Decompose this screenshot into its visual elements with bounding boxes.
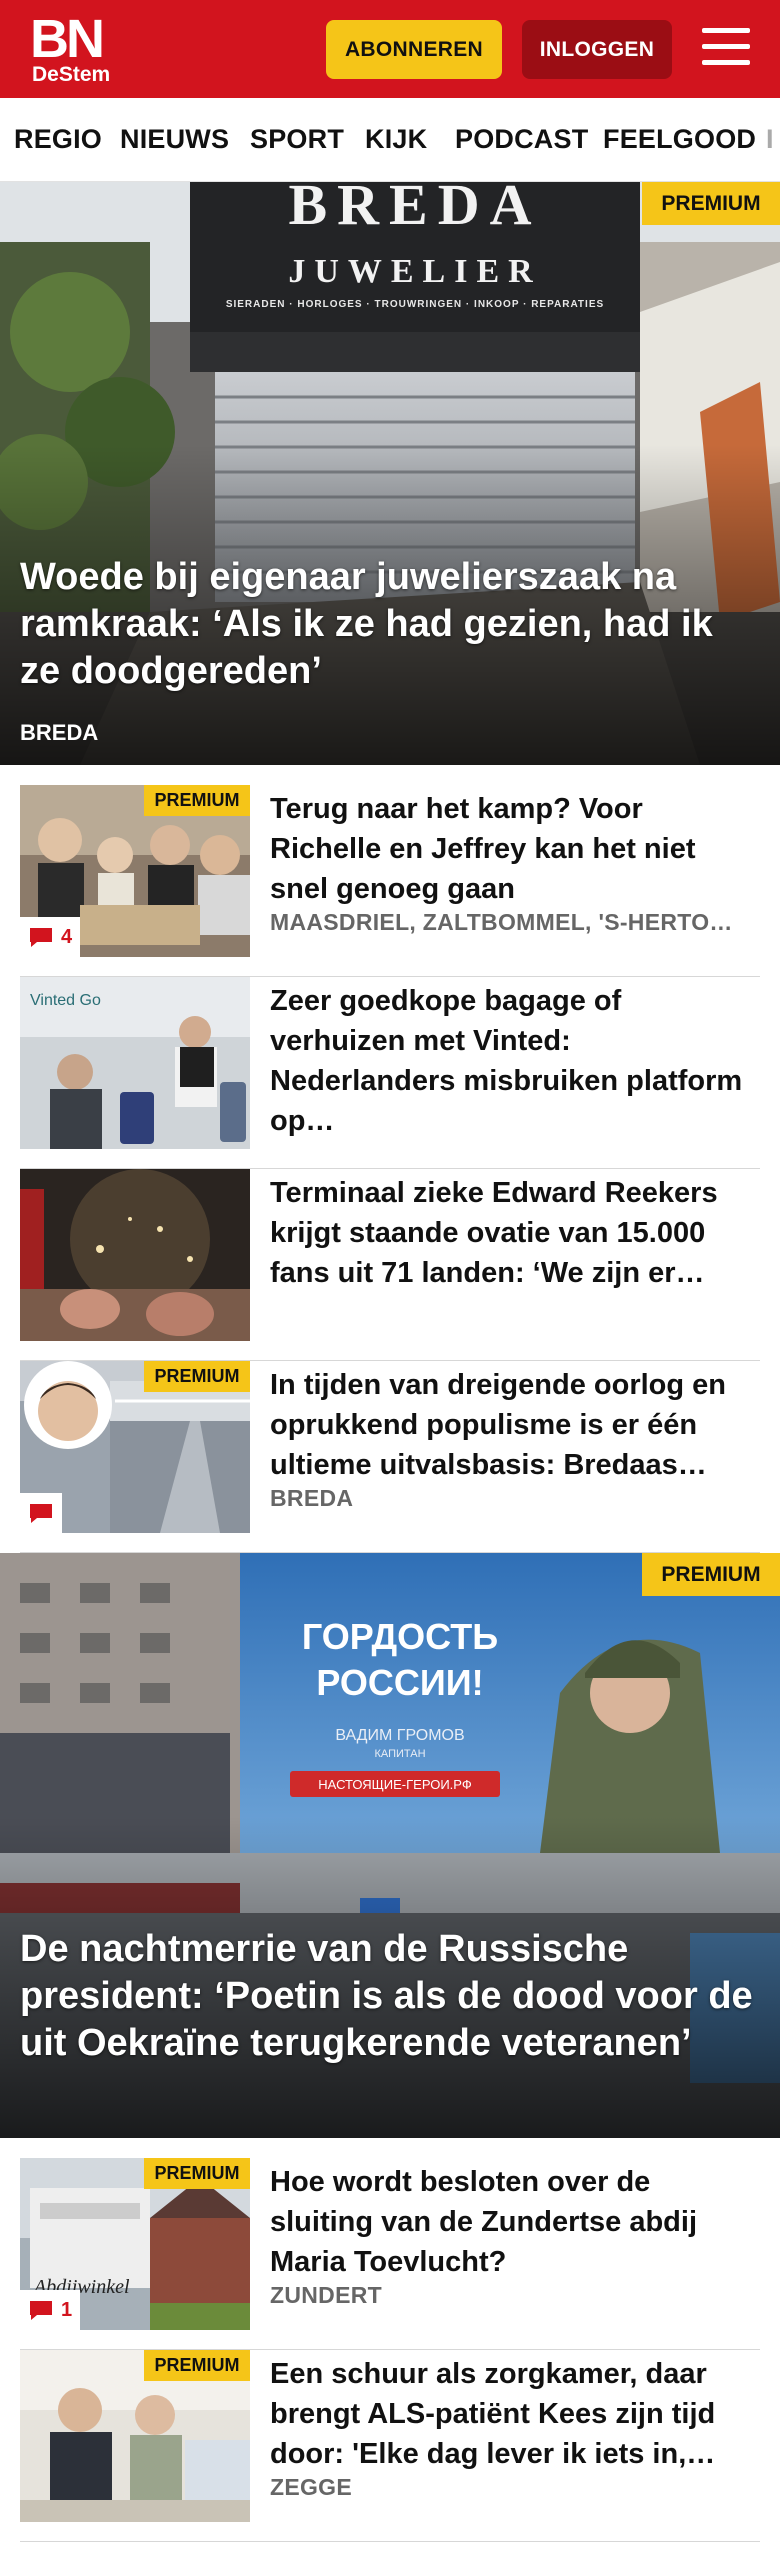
comment-count[interactable]: 4 xyxy=(20,917,81,957)
nav-item-overflow[interactable]: I xyxy=(766,124,774,155)
list-item[interactable]: Abdijwinkel PREMIUM 1 Hoe wordt besloten… xyxy=(20,2158,760,2350)
article-headline[interactable]: Terug naar het kamp? Voor Richelle en Je… xyxy=(270,789,750,909)
hero-location: BREDA xyxy=(20,720,99,745)
section-nav: REGIO NIEUWS SPORT KIJK PODCAST FEELGOOD… xyxy=(0,98,780,182)
menu-icon[interactable] xyxy=(700,24,754,72)
article-headline[interactable]: Hoe wordt besloten over de sluiting van … xyxy=(270,2162,750,2282)
billboard-text-line1: ГОРДОСТЬ xyxy=(302,1616,498,1657)
premium-badge: PREMIUM xyxy=(144,1361,250,1392)
article-thumbnail: Vinted Go xyxy=(20,977,250,1149)
list-item[interactable]: PREMIUM Een schuur als zorgkamer, daar b… xyxy=(20,2350,760,2542)
article-headline[interactable]: Zeer goedkope bagage of verhuizen met Vi… xyxy=(270,981,750,1141)
article-headline[interactable]: In tijden van dreigende oorlog en oprukk… xyxy=(270,1365,750,1485)
billboard-text-line2: РОССИИ! xyxy=(316,1662,483,1703)
comment-count[interactable]: 1 xyxy=(20,2290,81,2330)
comment-count[interactable] xyxy=(20,1493,62,1533)
nav-item-feelgood[interactable]: FEELGOOD xyxy=(603,124,756,155)
billboard-name: ВАДИМ ГРОМОВ xyxy=(335,1727,464,1744)
article-thumbnail xyxy=(20,1169,250,1341)
list-item[interactable]: PREMIUM In tijden van dreigende oorlog e… xyxy=(20,1361,760,1553)
billboard-site: НАСТОЯЩИЕ-ГЕРОИ.РФ xyxy=(318,1777,472,1792)
store-sign-text: BREDA xyxy=(288,182,541,237)
article-location: ZEGGE xyxy=(270,2474,353,2500)
premium-badge: PREMIUM xyxy=(144,2158,250,2189)
hero-article-putin[interactable]: ГОРДОСТЬ РОССИИ! ВАДИМ ГРОМОВ КАПИТАН НА… xyxy=(0,1553,780,2138)
article-headline[interactable]: Een schuur als zorgkamer, daar brengt AL… xyxy=(270,2354,750,2474)
site-header: BN DeStem ABONNEREN INLOGGEN xyxy=(0,0,780,98)
nav-item-kijk[interactable]: KIJK xyxy=(365,124,427,155)
comment-count-value: 1 xyxy=(61,2298,73,2321)
logo-subtitle: DeStem xyxy=(32,63,111,86)
nav-item-sport[interactable]: SPORT xyxy=(250,124,344,155)
nav-item-podcast[interactable]: PODCAST xyxy=(455,124,588,155)
premium-badge: PREMIUM xyxy=(144,2350,250,2381)
premium-badge: PREMIUM xyxy=(642,182,780,225)
list-item[interactable]: PREMIUM 4 Terug naar het kamp? Voor Rich… xyxy=(20,785,760,977)
nav-item-regio[interactable]: REGIO xyxy=(14,124,102,155)
site-logo[interactable]: BN DeStem xyxy=(30,12,110,86)
comment-icon xyxy=(30,1504,52,1523)
billboard-rank: КАПИТАН xyxy=(374,1748,425,1760)
article-location: ZUNDERT xyxy=(270,2282,382,2308)
premium-badge: PREMIUM xyxy=(144,785,250,816)
hero-headline[interactable]: Woede bij eigenaar juwelierszaak na ramk… xyxy=(20,554,760,695)
store-sign-subtext: JUWELIER xyxy=(288,253,541,290)
article-headline[interactable]: Terminaal zieke Edward Reekers krijgt st… xyxy=(270,1173,750,1293)
list-item[interactable]: Vinted Go Zeer goedkope bagage of verhui… xyxy=(20,977,760,1169)
article-location: MAASDRIEL, ZALTBOMMEL, 'S-HERTOGENBOSCH xyxy=(270,909,740,935)
thumb-sign-text: Vinted Go xyxy=(30,992,101,1009)
comment-icon xyxy=(30,2301,52,2320)
store-sign-tagline: SIERADEN · HORLOGES · TROUWRINGEN · INKO… xyxy=(226,299,604,310)
logo-wordmark: BN xyxy=(30,9,105,69)
subscribe-button[interactable]: ABONNEREN xyxy=(326,20,502,79)
comment-icon xyxy=(30,928,52,947)
login-button[interactable]: INLOGGEN xyxy=(522,20,672,79)
hero-headline[interactable]: De nachtmerrie van de Russische presiden… xyxy=(20,1926,760,2067)
list-item[interactable]: Terminaal zieke Edward Reekers krijgt st… xyxy=(20,1169,760,1361)
premium-badge: PREMIUM xyxy=(642,1553,780,1596)
hero-article-jeweler[interactable]: BREDA JUWELIER SIERADEN · HORLOGES · TRO… xyxy=(0,182,780,765)
nav-item-nieuws[interactable]: NIEUWS xyxy=(120,124,229,155)
article-location: BREDA xyxy=(270,1485,354,1511)
comment-count-value: 4 xyxy=(61,925,73,948)
